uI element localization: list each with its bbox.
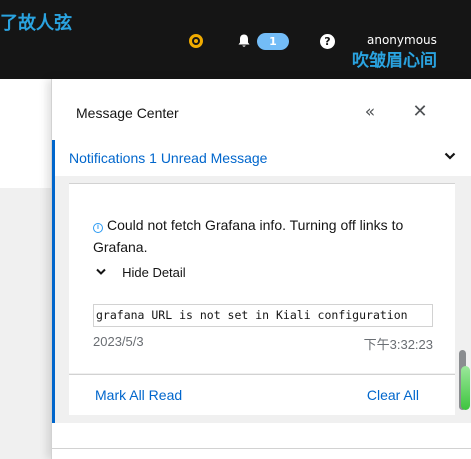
message-time: 下午3:32:23: [363, 337, 433, 352]
drawer-title: Message Center: [76, 105, 179, 121]
message-text: Could not fetch Grafana info. Turning of…: [93, 217, 404, 255]
divider: [51, 448, 471, 449]
page-content-area: [0, 188, 51, 459]
hide-detail-label[interactable]: Hide Detail: [122, 265, 186, 280]
notification-group-title[interactable]: Notifications 1 Unread Message: [69, 150, 267, 166]
status-warning-icon[interactable]: [189, 34, 203, 48]
notification-group-body: i Could not fetch Grafana info. Turning o…: [55, 176, 471, 423]
masthead: 了故人弦 1 ? anonymous 吹皱眉心间: [0, 0, 471, 79]
message-detail: grafana URL is not set in Kiali configur…: [93, 304, 433, 327]
info-icon: i: [93, 223, 103, 233]
message-item: i Could not fetch Grafana info. Turning o…: [69, 183, 455, 373]
notification-group: Notifications 1 Unread Message i Could no…: [52, 140, 471, 423]
help-icon[interactable]: ?: [320, 34, 335, 49]
overlay-text-left: 了故人弦: [0, 13, 72, 34]
clear-all-button[interactable]: Clear All: [367, 387, 419, 403]
close-button[interactable]: ✕: [410, 102, 430, 122]
user-menu[interactable]: anonymous: [367, 33, 437, 47]
message-text-block: i Could not fetch Grafana info. Turning o…: [93, 214, 433, 258]
side-indicator: [461, 366, 470, 410]
overlay-text-right: 吹皱眉心间: [352, 51, 437, 71]
bell-icon[interactable]: [236, 33, 252, 49]
chevron-down-icon[interactable]: [443, 149, 457, 163]
drawer-header: Message Center « ✕: [52, 79, 471, 141]
notification-count-badge[interactable]: 1: [257, 33, 289, 50]
chevron-down-icon: [96, 268, 106, 275]
mark-all-read-button[interactable]: Mark All Read: [95, 387, 182, 403]
notification-group-header[interactable]: Notifications 1 Unread Message: [55, 140, 471, 176]
message-date: 2023/5/3: [93, 334, 144, 349]
hide-detail-toggle[interactable]: Hide Detail: [95, 262, 186, 280]
notification-group-footer: Mark All Read Clear All: [69, 374, 455, 415]
collapse-all-button[interactable]: «: [360, 102, 380, 122]
message-center-drawer: Message Center « ✕ Notifications 1 Unrea…: [51, 79, 471, 459]
